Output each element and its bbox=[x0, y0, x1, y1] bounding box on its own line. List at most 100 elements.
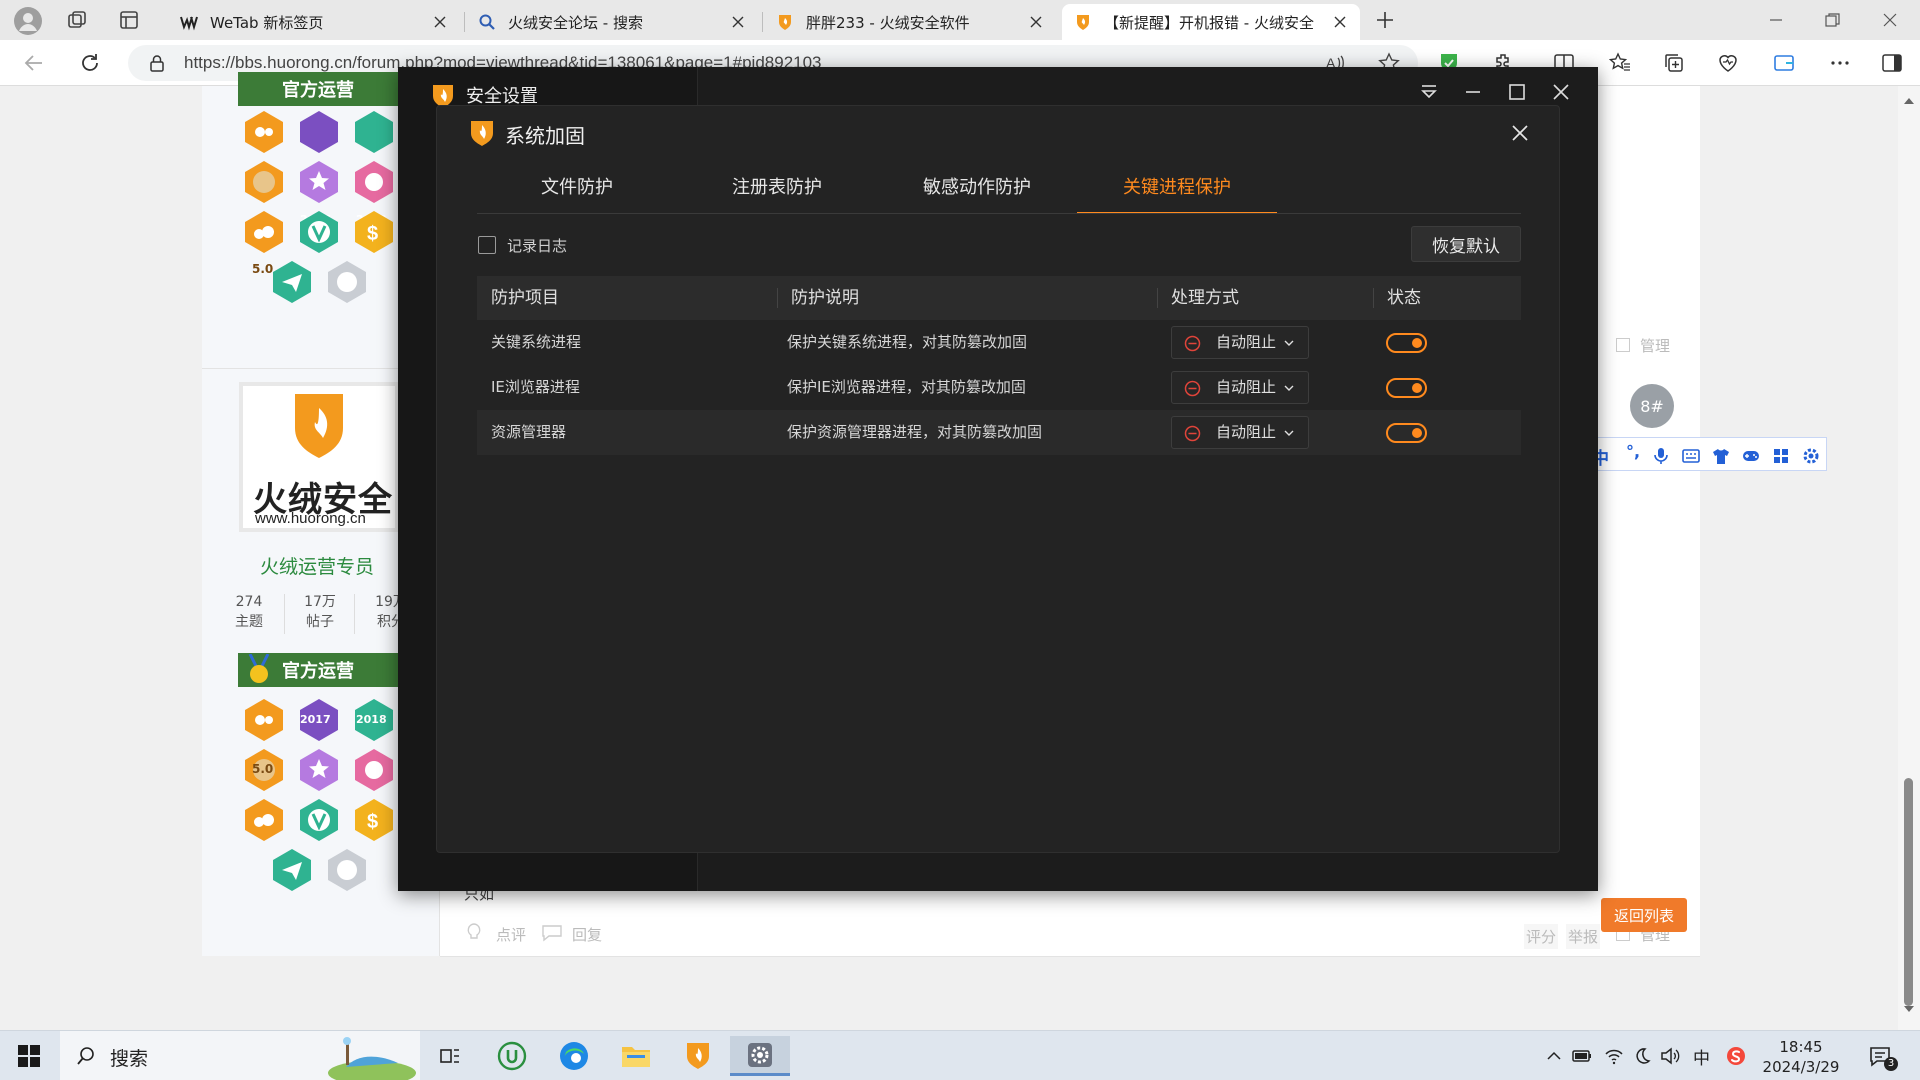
close-tab-icon[interactable] bbox=[1332, 14, 1348, 30]
browser-tab[interactable]: WeTab 新标签页 bbox=[168, 4, 460, 40]
author-name[interactable]: 火绒运营专员 bbox=[260, 552, 374, 579]
tab-title: 【新提醒】开机报错 - 火绒安全 bbox=[1104, 13, 1314, 32]
sogou-tray-icon[interactable] bbox=[1726, 1046, 1746, 1066]
profile-avatar-icon[interactable] bbox=[14, 7, 42, 35]
floor-number-badge[interactable]: 8# bbox=[1630, 384, 1674, 428]
status-toggle[interactable] bbox=[1386, 378, 1427, 398]
maximize-icon[interactable] bbox=[1506, 81, 1528, 103]
banner-label: 官方运营 bbox=[282, 661, 354, 682]
log-checkbox-label[interactable]: 记录日志 bbox=[507, 235, 567, 256]
stat-threads[interactable]: 274 主题 bbox=[222, 592, 276, 632]
huorong-taskbar-icon[interactable] bbox=[668, 1036, 728, 1076]
badge-message-icon bbox=[328, 849, 366, 891]
network-wifi-icon[interactable] bbox=[1604, 1046, 1624, 1066]
badge-star-icon bbox=[300, 749, 338, 791]
scroll-down-icon[interactable] bbox=[1903, 1004, 1915, 1014]
scrollbar-thumb[interactable] bbox=[1904, 778, 1913, 1006]
browser-essentials-icon[interactable] bbox=[1716, 51, 1740, 75]
new-tab-icon[interactable] bbox=[1374, 9, 1396, 31]
status-toggle[interactable] bbox=[1386, 333, 1427, 353]
tab-title: WeTab 新标签页 bbox=[210, 13, 324, 32]
badge-2017-icon bbox=[300, 111, 338, 153]
edge-browser-icon[interactable] bbox=[544, 1036, 604, 1076]
action-dropdown[interactable]: 自动阻止 bbox=[1171, 416, 1309, 449]
wetab-icon bbox=[180, 13, 198, 31]
battery-icon[interactable] bbox=[1572, 1046, 1592, 1066]
restore-defaults-button[interactable]: 恢复默认 bbox=[1411, 226, 1521, 262]
keyboard-icon[interactable] bbox=[1682, 447, 1700, 465]
tab-sensitive-action-protection[interactable]: 敏感动作防护 bbox=[877, 170, 1077, 214]
taskbar-app-u-icon[interactable] bbox=[482, 1036, 542, 1076]
close-tab-icon[interactable] bbox=[730, 14, 746, 30]
browser-tab-active[interactable]: 【新提醒】开机报错 - 火绒安全 bbox=[1062, 4, 1360, 40]
badge-chat-icon bbox=[245, 699, 283, 741]
settings-gear-icon[interactable] bbox=[1802, 447, 1820, 465]
status-toggle[interactable] bbox=[1386, 423, 1427, 443]
action-dropdown-value: 自动阻止 bbox=[1216, 333, 1277, 351]
dropdown-menu-icon[interactable] bbox=[1418, 81, 1440, 103]
column-header-item: 防护项目 bbox=[491, 288, 559, 308]
ime-indicator[interactable]: 中 bbox=[1693, 1044, 1710, 1069]
badge-dollar-icon: $ bbox=[355, 211, 393, 253]
action-dropdown[interactable]: 自动阻止 bbox=[1171, 371, 1309, 404]
stat-label: 帖子 bbox=[306, 614, 334, 630]
settings-taskbar-icon[interactable] bbox=[730, 1036, 790, 1076]
vertical-tabs-icon[interactable] bbox=[118, 9, 140, 31]
toolbox-grid-icon[interactable] bbox=[1772, 447, 1790, 465]
close-icon[interactable] bbox=[1550, 81, 1572, 103]
manage-link[interactable]: 管理 bbox=[1640, 335, 1670, 356]
restore-window-icon[interactable] bbox=[1822, 10, 1842, 30]
tab-file-protection[interactable]: 文件防护 bbox=[477, 170, 677, 214]
ime-punct-label[interactable]: °, bbox=[1626, 442, 1640, 461]
table-row: 关键系统进程 保护关键系统进程，对其防篡改加固 自动阻止 bbox=[477, 320, 1521, 365]
file-explorer-icon[interactable] bbox=[606, 1036, 666, 1076]
refresh-icon[interactable] bbox=[78, 51, 102, 75]
action-dropdown[interactable]: 自动阻止 bbox=[1171, 326, 1309, 359]
microphone-icon[interactable] bbox=[1652, 447, 1670, 465]
logo-url: www.huorong.cn bbox=[255, 510, 366, 527]
tray-chevron-up-icon[interactable] bbox=[1544, 1046, 1564, 1066]
taskbar-search-box[interactable]: 搜索 bbox=[60, 1031, 420, 1080]
comment-bulb-icon[interactable] bbox=[464, 922, 484, 942]
stat-posts[interactable]: 17万 帖子 bbox=[293, 592, 347, 632]
task-view-icon[interactable] bbox=[420, 1036, 480, 1076]
huorong-icon bbox=[776, 13, 794, 31]
system-clock[interactable]: 18:45 2024/3/29 bbox=[1756, 1037, 1846, 1077]
close-tab-icon[interactable] bbox=[432, 14, 448, 30]
browser-tab[interactable]: 火绒安全论坛 - 搜索 bbox=[466, 4, 758, 40]
reply-link[interactable]: 回复 bbox=[572, 924, 602, 945]
collections-icon[interactable] bbox=[1662, 51, 1686, 75]
edge-wallet-icon[interactable] bbox=[1772, 51, 1796, 75]
back-to-list-button[interactable]: 返回列表 bbox=[1601, 898, 1687, 932]
close-panel-icon[interactable] bbox=[1509, 122, 1531, 144]
close-tab-icon[interactable] bbox=[1028, 14, 1044, 30]
scroll-up-icon[interactable] bbox=[1903, 96, 1915, 106]
manage-checkbox[interactable] bbox=[1616, 338, 1630, 352]
rate-link[interactable]: 评分 bbox=[1524, 924, 1559, 949]
close-window-icon[interactable] bbox=[1880, 10, 1900, 30]
reply-bubble-icon[interactable] bbox=[540, 922, 564, 942]
report-link[interactable]: 举报 bbox=[1566, 924, 1601, 949]
back-icon[interactable] bbox=[22, 51, 46, 75]
tab-registry-protection[interactable]: 注册表防护 bbox=[677, 170, 877, 214]
windows-start-icon[interactable] bbox=[18, 1045, 40, 1067]
favorites-icon[interactable] bbox=[1608, 51, 1632, 75]
browser-tab[interactable]: 胖胖233 - 火绒安全软件 bbox=[764, 4, 1056, 40]
sidebar-toggle-icon[interactable] bbox=[1880, 51, 1904, 75]
comment-link[interactable]: 点评 bbox=[496, 924, 526, 945]
moon-icon[interactable] bbox=[1632, 1046, 1652, 1066]
tab-critical-process-protection[interactable]: 关键进程保护 bbox=[1077, 170, 1277, 214]
volume-icon[interactable] bbox=[1660, 1046, 1680, 1066]
minimize-icon[interactable] bbox=[1462, 81, 1484, 103]
more-menu-icon[interactable] bbox=[1828, 51, 1852, 75]
badge-send-icon bbox=[273, 261, 311, 303]
lock-icon[interactable] bbox=[148, 54, 166, 72]
minimize-window-icon[interactable] bbox=[1766, 10, 1786, 30]
page-scrollbar[interactable] bbox=[1898, 86, 1920, 1030]
row-description: 保护IE浏览器进程，对其防篡改加固 bbox=[787, 378, 1026, 396]
workspaces-icon[interactable] bbox=[66, 9, 88, 31]
log-checkbox[interactable] bbox=[478, 236, 496, 254]
clock-date: 2024/3/29 bbox=[1762, 1058, 1840, 1076]
skin-shirt-icon[interactable] bbox=[1712, 447, 1730, 465]
game-controller-icon[interactable] bbox=[1742, 447, 1760, 465]
